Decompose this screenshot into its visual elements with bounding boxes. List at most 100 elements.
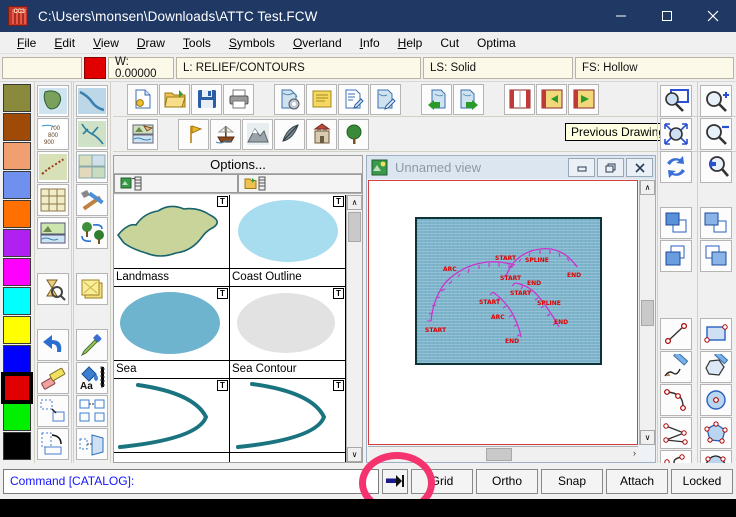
- snap-toggle-button[interactable]: Snap: [541, 468, 603, 494]
- terrain-banner-icon[interactable]: [37, 217, 69, 249]
- grid-toggle-button[interactable]: Grid: [411, 468, 473, 494]
- rotate-icon[interactable]: [37, 428, 69, 460]
- zoom-extents-icon[interactable]: [660, 118, 692, 150]
- catalog-scroll-thumb[interactable]: [348, 212, 361, 242]
- menu-overland[interactable]: Overland: [284, 34, 351, 52]
- eyedropper-icon[interactable]: [76, 329, 108, 361]
- align-nodes-icon[interactable]: [76, 395, 108, 427]
- circle-tool-icon[interactable]: [700, 384, 732, 416]
- zoom-out-icon[interactable]: [700, 118, 732, 150]
- previous-drawing-icon[interactable]: [421, 83, 452, 115]
- color-swatch-10-selected[interactable]: [1, 372, 33, 404]
- fill-text-color-icon[interactable]: Aa: [76, 362, 108, 394]
- zoom-window-icon[interactable]: [660, 85, 692, 117]
- color-swatch-5[interactable]: [3, 229, 31, 257]
- open-catalog-icon[interactable]: [238, 174, 362, 193]
- view-close-button[interactable]: [626, 158, 653, 177]
- view-window-titlebar[interactable]: Unnamed view: [367, 156, 655, 179]
- menu-help[interactable]: Help: [389, 34, 432, 52]
- new-file-icon[interactable]: [127, 83, 158, 115]
- color-swatch-11[interactable]: [3, 403, 31, 431]
- tree-swap-icon[interactable]: [76, 217, 108, 249]
- ortho-toggle-button[interactable]: Ortho: [476, 468, 538, 494]
- tree-symbol-icon[interactable]: [338, 118, 369, 150]
- menu-edit[interactable]: Edit: [45, 34, 84, 52]
- catalog-item-curve-a[interactable]: T: [114, 379, 230, 462]
- open-folder-icon[interactable]: [159, 83, 190, 115]
- move-back-icon[interactable]: [700, 240, 732, 272]
- next-drawing-icon[interactable]: [453, 83, 484, 115]
- catalog-item-sea-contour[interactable]: T Sea Contour: [230, 287, 346, 379]
- command-input[interactable]: Command [CATALOG]:: [3, 468, 379, 494]
- catalog-scroll-down-button[interactable]: ∨: [347, 447, 362, 462]
- view-scroll-down-button[interactable]: ∨: [640, 430, 655, 445]
- edit-text-icon[interactable]: [338, 83, 369, 115]
- view-restore-button[interactable]: [597, 158, 624, 177]
- menu-view[interactable]: View: [84, 34, 128, 52]
- tab-arrow-icon[interactable]: [382, 468, 408, 494]
- ship-symbol-icon[interactable]: [210, 118, 241, 150]
- sea-map-region[interactable]: ARC START END START START SPLINE END STA…: [415, 217, 602, 365]
- color-swatch-12[interactable]: [3, 432, 31, 460]
- view-vscroll-thumb[interactable]: [641, 300, 654, 326]
- landmass-tool-icon[interactable]: [37, 85, 69, 117]
- color-swatch-2[interactable]: [3, 142, 31, 170]
- locked-toggle-button[interactable]: Locked: [671, 468, 733, 494]
- catalog-item-coast-outline[interactable]: T Coast Outline: [230, 195, 346, 287]
- color-swatch-8[interactable]: [3, 316, 31, 344]
- catalog-scrollbar[interactable]: ∧ ∨: [346, 195, 362, 462]
- menu-cut[interactable]: Cut: [431, 34, 468, 52]
- attach-toggle-button[interactable]: Attach: [606, 468, 668, 494]
- contour-numbers-icon[interactable]: 700 800 900: [37, 118, 69, 150]
- move-selection-icon[interactable]: [37, 395, 69, 427]
- color-swatch-3[interactable]: [3, 171, 31, 199]
- arc-tool-icon[interactable]: [660, 384, 692, 416]
- minimize-button[interactable]: [598, 0, 644, 32]
- notes-icon[interactable]: [306, 83, 337, 115]
- eraser-icon[interactable]: [37, 362, 69, 394]
- polyline-tool-icon[interactable]: [660, 417, 692, 449]
- castle-symbol-icon[interactable]: [306, 118, 337, 150]
- view-scroll-up-button[interactable]: ∧: [640, 180, 655, 195]
- view-hscroll-thumb[interactable]: [486, 448, 512, 461]
- move-forward-icon[interactable]: [700, 207, 732, 239]
- flag-symbol-icon[interactable]: [178, 118, 209, 150]
- polygon-tool-icon[interactable]: [700, 417, 732, 449]
- new-catalog-icon[interactable]: [114, 174, 238, 193]
- status-color-swatch[interactable]: [84, 56, 106, 79]
- view-vertical-scrollbar[interactable]: ∧ ∨: [639, 180, 655, 445]
- feather-symbol-icon[interactable]: [274, 118, 305, 150]
- status-layer-field[interactable]: L: RELIEF/CONTOURS: [176, 56, 421, 79]
- catalog-prev-icon[interactable]: [536, 83, 567, 115]
- view-scroll-right-button[interactable]: ›: [633, 448, 636, 458]
- catalog-options-button[interactable]: Options...: [114, 156, 362, 174]
- freehand-path-icon[interactable]: [660, 351, 692, 383]
- status-width-field[interactable]: W: 0.00000: [108, 56, 174, 80]
- map-banner-icon[interactable]: [127, 118, 158, 150]
- color-swatch-6[interactable]: [3, 258, 31, 286]
- catalog-scroll-up-button[interactable]: ∧: [347, 195, 362, 210]
- close-button[interactable]: [690, 0, 736, 32]
- catalog-item-sea[interactable]: T Sea: [114, 287, 230, 379]
- view-horizontal-scrollbar[interactable]: ›: [368, 446, 638, 462]
- redraw-icon[interactable]: [660, 151, 692, 183]
- color-swatch-0[interactable]: [3, 84, 31, 112]
- hourglass-zoom-icon[interactable]: [37, 273, 69, 305]
- menu-symbols[interactable]: Symbols: [220, 34, 284, 52]
- catalog-item-landmass[interactable]: T Landmass: [114, 195, 230, 287]
- bring-to-front-icon[interactable]: [660, 207, 692, 239]
- freehand-poly-icon[interactable]: [700, 351, 732, 383]
- river-network-icon[interactable]: [76, 118, 108, 150]
- trail-path-icon[interactable]: [37, 151, 69, 183]
- menu-file[interactable]: File: [8, 34, 45, 52]
- view-minimize-button[interactable]: [568, 158, 595, 177]
- drawing-canvas[interactable]: ARC START END START START SPLINE END STA…: [368, 180, 638, 445]
- menu-draw[interactable]: Draw: [128, 34, 174, 52]
- menu-tools[interactable]: Tools: [174, 34, 220, 52]
- zoom-pan-icon[interactable]: [700, 151, 732, 183]
- print-icon[interactable]: [223, 83, 254, 115]
- grid-overlay-icon[interactable]: [37, 184, 69, 216]
- catalog-next-icon[interactable]: [568, 83, 599, 115]
- status-blank-field[interactable]: [2, 56, 82, 79]
- color-swatch-4[interactable]: [3, 200, 31, 228]
